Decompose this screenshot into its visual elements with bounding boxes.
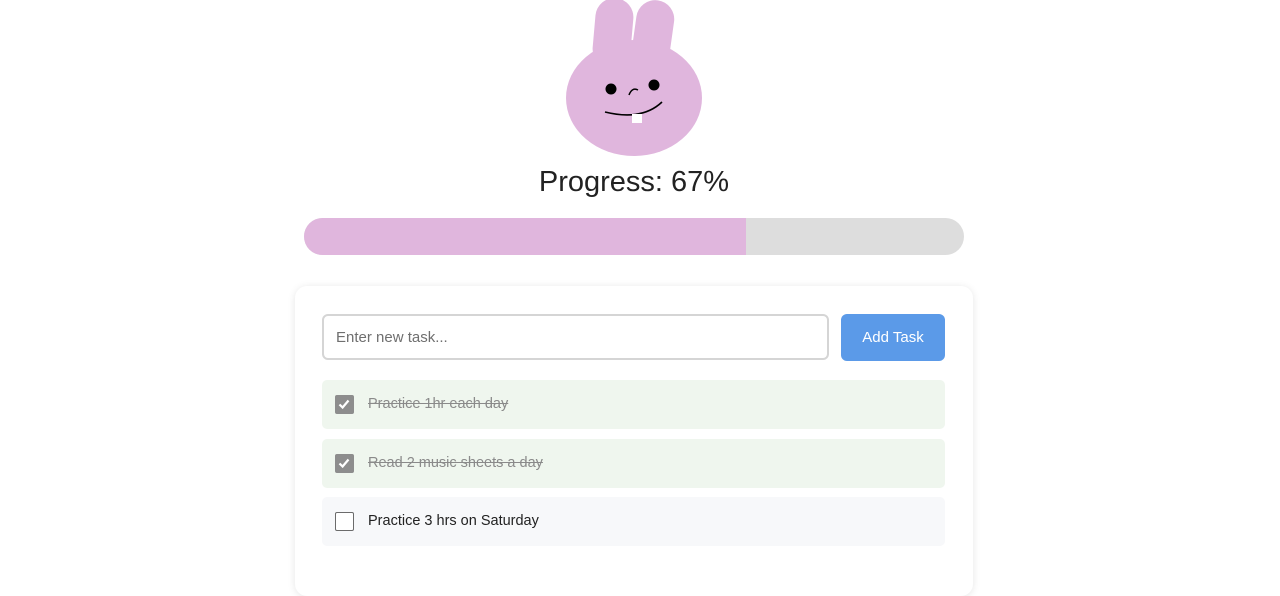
add-task-button[interactable]: Add Task (841, 314, 945, 361)
task-item[interactable]: Practice 3 hrs on Saturday (322, 497, 945, 546)
progress-bar-fill (304, 218, 747, 255)
bunny-left-eye (605, 83, 617, 95)
task-item[interactable]: Read 2 music sheets a day (322, 438, 945, 488)
task-list: Practice 1hr each day Read 2 music sheet… (322, 380, 945, 556)
task-text: Practice 3 hrs on Saturday (368, 513, 539, 529)
bunny-head (566, 40, 702, 156)
task-item[interactable]: Practice 1hr each day (322, 380, 945, 429)
task-checkbox[interactable] (335, 512, 354, 531)
checkmark-icon (338, 399, 350, 410)
bunny-tooth (632, 114, 642, 123)
task-checkbox[interactable] (335, 453, 354, 473)
bunny-right-eye (648, 79, 660, 91)
task-checkbox[interactable] (335, 395, 354, 414)
progress-label: Progress: 67% (538, 166, 730, 198)
task-card: Add Task Practice 1hr each day Read 2 mu… (295, 286, 973, 596)
task-text: Read 2 music sheets a day (368, 454, 543, 471)
task-text: Practice 1hr each day (368, 396, 509, 412)
progress-bar (304, 218, 964, 255)
new-task-input[interactable] (322, 314, 829, 360)
bunny-mascot-icon (566, 0, 702, 156)
checkmark-icon (338, 458, 350, 468)
